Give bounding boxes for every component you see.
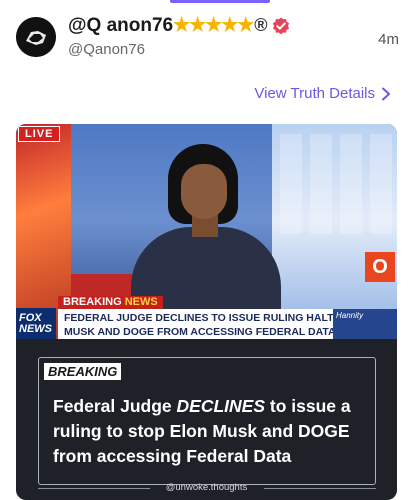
breaking-label: BREAKING [44,363,122,380]
avatar[interactable] [16,17,56,57]
ticker-line-1: FEDERAL JUDGE DECLINES TO ISSUE RULING H… [64,312,333,324]
post-timestamp: 4m [378,31,399,48]
breaking-tag-text: BREAKING [63,296,125,308]
star-rating-icons: ★★★★★ [173,15,254,36]
chevron-right-icon [382,87,390,100]
display-name[interactable]: @Q anon76 ★★★★★ ® [68,14,290,37]
logo-line-2: NEWS [19,323,52,335]
studio-logo-letter: O [365,252,395,282]
headline-emphasis: DECLINES [176,396,265,416]
news-tag-text: NEWS [124,296,158,308]
breaking-news-tag: BREAKING NEWS [58,296,163,309]
post-media-image[interactable]: O LIVE FOX NEWS BREAKING NEWS FEDERAL JU… [16,124,397,500]
show-name-bug: Hannity [333,309,397,339]
headline-part-1: Federal Judge [53,396,177,416]
user-handle[interactable]: @Qanon76 [68,41,145,58]
display-name-text: @Q anon76 [68,14,174,36]
live-badge: LIVE [18,126,61,142]
details-link-label: View Truth Details [254,85,375,102]
registered-mark: ® [254,15,268,35]
view-truth-details-link[interactable]: View Truth Details [254,85,391,102]
ticker-headline: FEDERAL JUDGE DECLINES TO ISSUE RULING H… [58,309,333,339]
anchor-face [181,164,227,219]
headline-text: Federal Judge DECLINES to issue a ruling… [53,394,369,469]
news-broadcast-frame: O LIVE FOX NEWS BREAKING NEWS FEDERAL JU… [16,124,397,339]
caption-card: BREAKING Federal Judge DECLINES to issue… [38,357,376,485]
verified-badge-icon [272,17,290,35]
fox-news-logo: FOX NEWS [16,308,56,339]
news-ticker: FOX NEWS BREAKING NEWS FEDERAL JUDGE DEC… [16,296,397,339]
ticker-line-2: MUSK AND DOGE FROM ACCESSING FEDERAL DAT… [64,326,333,338]
source-watermark: @unwoke.thoughts [165,482,248,493]
post-header: @Q anon76 ★★★★★ ® @Qanon76 4m [0,0,413,80]
